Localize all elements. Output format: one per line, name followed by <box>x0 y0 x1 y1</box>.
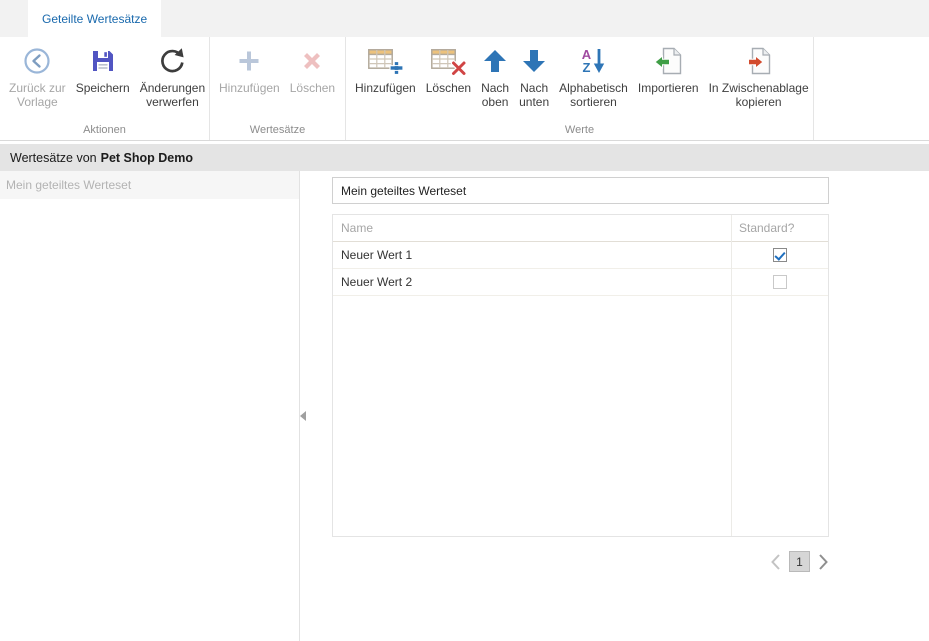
table-row[interactable]: Neuer Wert 2 <box>333 269 828 296</box>
wertesaetze-hinzufuegen-button[interactable]: Hinzufügen <box>214 39 285 97</box>
ribbon-group-werte: Hinzufügen Löschen <box>346 37 814 140</box>
discard-icon <box>157 41 187 81</box>
page-number[interactable]: 1 <box>789 551 810 572</box>
back-circle-icon <box>22 41 52 81</box>
button-label-line1: Alphabetisch <box>559 81 628 95</box>
aenderungen-verwerfen-button[interactable]: Änderungen verwerfen <box>135 39 210 111</box>
sidebar-item-label: Mein geteiltes Werteset <box>6 178 131 192</box>
zurueck-zur-vorlage-button[interactable]: Zurück zur Vorlage <box>4 39 71 111</box>
sort-letter-z: Z <box>582 61 591 74</box>
table-delete-icon <box>429 41 467 81</box>
werteset-name-input[interactable] <box>332 177 829 204</box>
alphabetisch-sortieren-button[interactable]: A Z Alphabetisch sortieren <box>554 39 633 111</box>
group-label-aktionen: Aktionen <box>0 121 209 140</box>
wertesaetze-loeschen-button[interactable]: Löschen <box>285 39 340 97</box>
button-label-line2: oben <box>482 95 509 109</box>
button-label-line1: Hinzufügen <box>355 81 416 95</box>
button-label-line1: Nach <box>481 81 509 95</box>
ribbon-group-aktionen: Zurück zur Vorlage Speic <box>0 37 210 140</box>
tab-label: Geteilte Wertesätze <box>42 12 147 26</box>
prev-page-button[interactable] <box>770 553 781 571</box>
nach-unten-button[interactable]: Nach unten <box>514 39 554 111</box>
in-zwischenablage-kopieren-button[interactable]: In Zwischenablage kopieren <box>704 39 814 111</box>
button-label-line1: Speichern <box>76 81 130 95</box>
arrow-up-icon <box>481 41 509 81</box>
button-label-line2: unten <box>519 95 549 109</box>
werte-hinzufuegen-button[interactable]: Hinzufügen <box>350 39 421 97</box>
column-header-name: Name <box>333 215 731 241</box>
button-row: Zurück zur Vorlage Speic <box>0 37 209 111</box>
sort-az-icon: A Z <box>582 41 605 81</box>
speichern-button[interactable]: Speichern <box>71 39 135 97</box>
next-page-button[interactable] <box>818 553 829 571</box>
group-label-werte: Werte <box>346 121 813 140</box>
standard-checkbox[interactable] <box>773 275 787 289</box>
cell-name: Neuer Wert 1 <box>333 248 731 262</box>
group-label-wertesaetze: Wertesätze <box>210 121 345 140</box>
x-icon <box>300 41 324 81</box>
importieren-button[interactable]: Importieren <box>633 39 704 97</box>
cell-name: Neuer Wert 2 <box>333 275 731 289</box>
collapse-sidebar-handle[interactable] <box>297 403 309 429</box>
werte-loeschen-button[interactable]: Löschen <box>421 39 476 97</box>
app-window: Geteilte Wertesätze Zurück zur Vorlage <box>0 0 929 641</box>
button-label-line1: Nach <box>520 81 548 95</box>
button-label-line1: In Zwischenablage <box>709 81 809 95</box>
pagination: 1 <box>332 551 829 572</box>
button-label-line2: verwerfen <box>146 95 199 109</box>
button-row: Hinzufügen Löschen <box>210 37 345 97</box>
arrow-down-icon <box>520 41 548 81</box>
table-add-icon <box>366 41 404 81</box>
sidebar-item-werteset[interactable]: Mein geteiltes Werteset <box>0 171 299 199</box>
cell-standard <box>731 275 828 289</box>
button-label-line2: Vorlage <box>17 95 58 109</box>
table-row[interactable]: Neuer Wert 1 <box>333 242 828 269</box>
tab-bar: Geteilte Wertesätze <box>0 0 929 37</box>
table-header: Name Standard? <box>333 215 828 242</box>
button-label-line1: Zurück zur <box>9 81 66 95</box>
chevron-left-icon <box>300 411 306 421</box>
info-bar-title: Pet Shop Demo <box>101 151 193 165</box>
plus-icon <box>236 41 262 81</box>
ribbon: Zurück zur Vorlage Speic <box>0 37 929 141</box>
save-icon <box>89 41 117 81</box>
sidebar: Mein geteiltes Werteset <box>0 171 300 641</box>
button-label-line1: Löschen <box>426 81 471 95</box>
standard-checkbox[interactable] <box>773 248 787 262</box>
values-table: Name Standard? Neuer Wert 1 Neuer Wert 2 <box>332 214 829 537</box>
button-label-line1: Hinzufügen <box>219 81 280 95</box>
button-label-line2: sortieren <box>570 95 617 109</box>
chevron-right-icon <box>818 553 829 571</box>
button-label-line2: kopieren <box>736 95 782 109</box>
copy-clipboard-icon <box>744 41 774 81</box>
info-bar-prefix: Wertesätze von <box>10 151 97 165</box>
chevron-left-icon <box>770 553 781 571</box>
button-label-line1: Importieren <box>638 81 699 95</box>
cell-standard <box>731 248 828 262</box>
button-label-line1: Löschen <box>290 81 335 95</box>
tab-geteilte-wertesaetze[interactable]: Geteilte Wertesätze <box>28 0 161 37</box>
button-label-line1: Änderungen <box>140 81 205 95</box>
sort-letters: A Z <box>582 48 591 74</box>
import-icon <box>653 41 683 81</box>
info-bar: Wertesätze von Pet Shop Demo <box>0 144 929 171</box>
ribbon-group-wertesaetze: Hinzufügen Löschen Wertesätze <box>210 37 346 140</box>
button-row: Hinzufügen Löschen <box>346 37 813 111</box>
nach-oben-button[interactable]: Nach oben <box>476 39 514 111</box>
column-divider <box>731 215 732 536</box>
column-header-standard: Standard? <box>731 215 828 241</box>
main-panel: Name Standard? Neuer Wert 1 Neuer Wert 2 <box>301 171 929 641</box>
